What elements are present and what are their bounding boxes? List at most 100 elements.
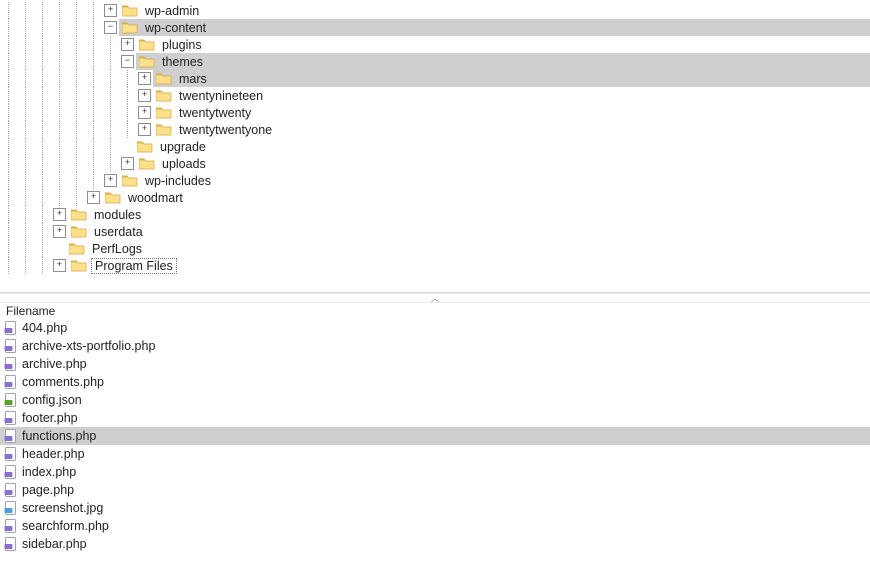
tree-item-wp-content[interactable]: wp-content: [0, 19, 870, 36]
tree-item-userdata[interactable]: userdata: [0, 223, 870, 240]
tree-item-program-files[interactable]: Program Files: [0, 257, 870, 274]
tree-item-themes[interactable]: themes: [0, 53, 870, 70]
file-row[interactable]: footer.php: [0, 409, 870, 427]
folder-tree[interactable]: wp-admin wp-content plugins themes mars twent…: [0, 0, 870, 293]
tree-item-mars[interactable]: mars: [0, 70, 870, 87]
php-file-icon: [4, 537, 18, 551]
image-file-icon: [4, 501, 18, 515]
expand-icon[interactable]: [53, 225, 66, 238]
tree-item-label: userdata: [91, 225, 146, 239]
folder-icon: [122, 4, 138, 17]
tree-item-perflogs[interactable]: PerfLogs: [0, 240, 870, 257]
tree-item-woodmart[interactable]: woodmart: [0, 189, 870, 206]
file-name: searchform.php: [22, 519, 109, 533]
tree-item-label: twentynineteen: [176, 89, 266, 103]
tree-item-label: wp-content: [142, 21, 209, 35]
tree-item-label: plugins: [159, 38, 205, 52]
file-row[interactable]: 404.php: [0, 319, 870, 337]
tree-item-wp-admin[interactable]: wp-admin: [0, 2, 870, 19]
php-file-icon: [4, 339, 18, 353]
expand-icon[interactable]: [104, 174, 117, 187]
php-file-icon: [4, 465, 18, 479]
tree-item-label: twentytwentyone: [176, 123, 275, 137]
php-file-icon: [4, 429, 18, 443]
expand-icon[interactable]: [53, 208, 66, 221]
file-row[interactable]: archive.php: [0, 355, 870, 373]
folder-icon: [156, 106, 172, 119]
expand-icon[interactable]: [53, 259, 66, 272]
file-name: footer.php: [22, 411, 78, 425]
folder-icon: [139, 55, 155, 68]
tree-item-twentytwentyone[interactable]: twentytwentyone: [0, 121, 870, 138]
json-file-icon: [4, 393, 18, 407]
file-row[interactable]: screenshot.jpg: [0, 499, 870, 517]
chevron-up-icon: ︿: [431, 293, 439, 304]
expand-icon[interactable]: [138, 72, 151, 85]
folder-icon: [69, 242, 85, 255]
folder-icon: [137, 140, 153, 153]
tree-item-twentynineteen[interactable]: twentynineteen: [0, 87, 870, 104]
php-file-icon: [4, 321, 18, 335]
file-row[interactable]: header.php: [0, 445, 870, 463]
tree-item-label: wp-admin: [142, 4, 202, 18]
pane-splitter[interactable]: ︿: [0, 293, 870, 303]
expand-icon[interactable]: [138, 106, 151, 119]
file-name: archive.php: [22, 357, 87, 371]
php-file-icon: [4, 375, 18, 389]
folder-icon: [71, 225, 87, 238]
tree-item-label: woodmart: [125, 191, 186, 205]
tree-item-plugins[interactable]: plugins: [0, 36, 870, 53]
collapse-icon[interactable]: [104, 21, 117, 34]
folder-icon: [139, 157, 155, 170]
tree-item-label: wp-includes: [142, 174, 214, 188]
expand-icon[interactable]: [138, 123, 151, 136]
folder-icon: [156, 123, 172, 136]
file-row[interactable]: config.json: [0, 391, 870, 409]
php-file-icon: [4, 519, 18, 533]
php-file-icon: [4, 483, 18, 497]
file-name: screenshot.jpg: [22, 501, 103, 515]
file-row[interactable]: sidebar.php: [0, 535, 870, 553]
folder-icon: [139, 38, 155, 51]
tree-item-label: twentytwenty: [176, 106, 254, 120]
php-file-icon: [4, 411, 18, 425]
file-row[interactable]: searchform.php: [0, 517, 870, 535]
file-name: sidebar.php: [22, 537, 87, 551]
folder-icon: [71, 259, 87, 272]
tree-item-twentytwenty[interactable]: twentytwenty: [0, 104, 870, 121]
folder-icon: [156, 72, 172, 85]
expand-icon[interactable]: [87, 191, 100, 204]
file-name: 404.php: [22, 321, 67, 335]
file-row[interactable]: archive-xts-portfolio.php: [0, 337, 870, 355]
tree-item-wp-includes[interactable]: wp-includes: [0, 172, 870, 189]
file-row[interactable]: index.php: [0, 463, 870, 481]
expand-icon[interactable]: [121, 38, 134, 51]
folder-icon: [156, 89, 172, 102]
tree-item-uploads[interactable]: uploads: [0, 155, 870, 172]
file-name: header.php: [22, 447, 85, 461]
file-list[interactable]: Filename 404.php archive-xts-portfolio.ph…: [0, 303, 870, 570]
tree-item-label: mars: [176, 72, 210, 86]
file-name: functions.php: [22, 429, 96, 443]
collapse-icon[interactable]: [121, 55, 134, 68]
tree-item-label: uploads: [159, 157, 209, 171]
expand-icon[interactable]: [104, 4, 117, 17]
column-header-filename[interactable]: Filename: [0, 303, 870, 319]
folder-icon: [122, 21, 138, 34]
file-name: page.php: [22, 483, 74, 497]
file-name: config.json: [22, 393, 82, 407]
tree-item-modules[interactable]: modules: [0, 206, 870, 223]
tree-item-label: PerfLogs: [89, 242, 145, 256]
php-file-icon: [4, 357, 18, 371]
file-row[interactable]: functions.php: [0, 427, 870, 445]
file-name: comments.php: [22, 375, 104, 389]
tree-item-label: upgrade: [157, 140, 209, 154]
tree-item-label: themes: [159, 55, 206, 69]
file-row[interactable]: comments.php: [0, 373, 870, 391]
expand-icon[interactable]: [138, 89, 151, 102]
folder-icon: [122, 174, 138, 187]
file-row[interactable]: page.php: [0, 481, 870, 499]
expand-icon[interactable]: [121, 157, 134, 170]
tree-item-upgrade[interactable]: upgrade: [0, 138, 870, 155]
file-name: archive-xts-portfolio.php: [22, 339, 155, 353]
